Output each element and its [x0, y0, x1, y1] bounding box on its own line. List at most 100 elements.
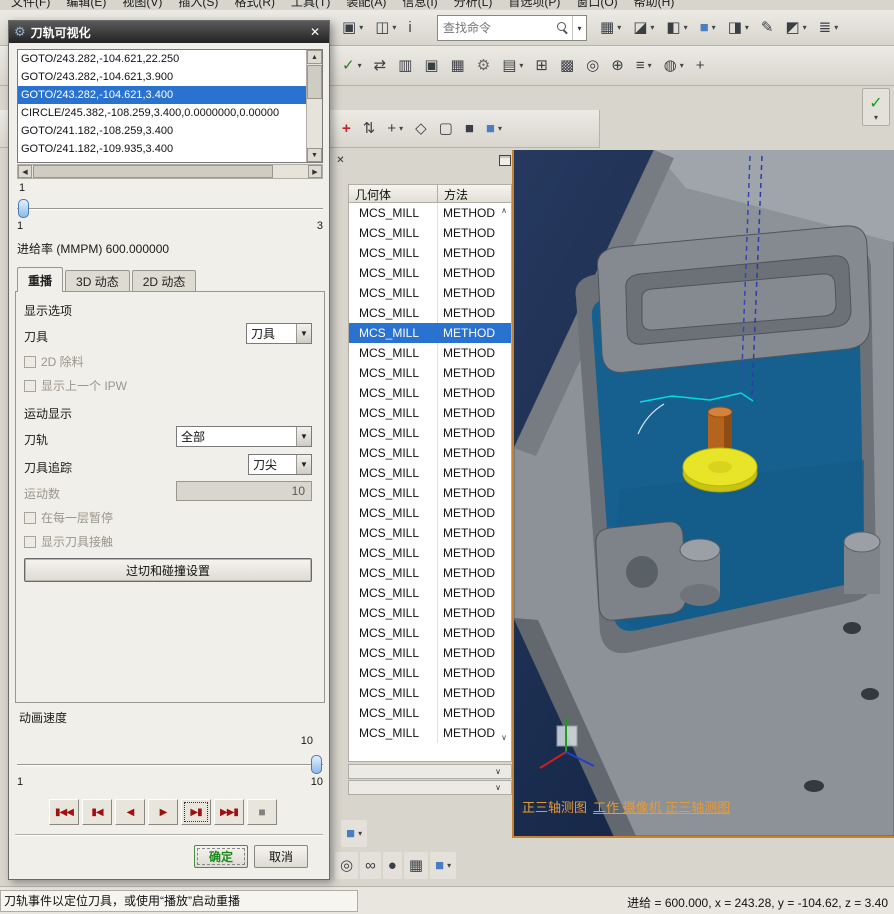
- scroll-down-icon[interactable]: ▼: [307, 148, 322, 162]
- measure-icon[interactable]: ⊞▾: [530, 52, 553, 79]
- post-process-icon[interactable]: ⚙▾: [472, 52, 495, 79]
- gouge-collision-settings-button[interactable]: 过切和碰撞设置: [24, 558, 312, 582]
- layers-icon[interactable]: ≡ ▾: [631, 52, 657, 79]
- scroll-thumb[interactable]: [307, 65, 322, 99]
- ok-button[interactable]: 确定: [194, 845, 248, 868]
- play-backward-button[interactable]: ◀: [115, 799, 145, 825]
- window-restore-icon[interactable]: [499, 155, 511, 166]
- grid-icon[interactable]: ▩▾: [555, 52, 579, 79]
- search-input[interactable]: [438, 21, 557, 35]
- graphics-viewport[interactable]: [512, 149, 894, 838]
- ball-icon[interactable]: ●▾: [382, 852, 402, 879]
- chevron-down-icon[interactable]: ▼: [296, 455, 311, 474]
- orient-view-icon[interactable]: ◨ ▾: [723, 14, 754, 41]
- close-icon[interactable]: ✕: [306, 24, 324, 40]
- layer-settings-icon[interactable]: ≣ ▾: [814, 14, 844, 41]
- display-mode-icon[interactable]: ◍ ▾: [659, 52, 689, 79]
- selection-box-icon[interactable]: ▢▾: [434, 115, 458, 142]
- export-display-icon[interactable]: ◪ ▾: [628, 14, 659, 41]
- frame-slider[interactable]: [17, 199, 323, 219]
- tab[interactable]: 重播: [17, 267, 64, 292]
- navigator-row[interactable]: MCS_MILL METHOD: [349, 423, 511, 443]
- navigator-row[interactable]: MCS_MILL METHOD: [349, 403, 511, 423]
- assembly-cube-icon[interactable]: ■ ▾: [695, 14, 721, 41]
- go-to-start-button[interactable]: ▮◀◀: [49, 799, 79, 825]
- column-header-geometry[interactable]: 几何体: [349, 185, 438, 202]
- navigator-row[interactable]: MCS_MILL METHOD: [349, 623, 511, 643]
- list-vscrollbar[interactable]: ▲ ▼: [306, 50, 322, 162]
- navigator-row[interactable]: MCS_MILL METHOD: [349, 683, 511, 703]
- verify-toolpath-icon[interactable]: ⇄▾: [369, 52, 392, 79]
- path-combo[interactable]: 全部 ▼: [176, 426, 312, 447]
- shaded-cube-icon[interactable]: ■ ▾: [481, 115, 507, 142]
- shaded-view-icon[interactable]: ◧ ▾: [661, 14, 692, 41]
- move-handle-icon[interactable]: + ▾: [382, 115, 408, 142]
- dialog-titlebar[interactable]: ⚙ 刀轨可视化 ✕: [9, 21, 329, 43]
- navigator-row[interactable]: MCS_MILL METHOD: [349, 383, 511, 403]
- navigator-row[interactable]: MCS_MILL METHOD: [349, 363, 511, 383]
- frame-slider-thumb[interactable]: [18, 199, 29, 218]
- tab[interactable]: 2D 动态: [131, 270, 197, 292]
- step-backward-button[interactable]: ▮◀: [82, 799, 112, 825]
- navigator-row[interactable]: MCS_MILL METHOD: [349, 663, 511, 683]
- navigator-row[interactable]: MCS_MILL METHOD: [349, 323, 511, 343]
- shop-doc-icon[interactable]: ▤ ▾: [497, 52, 528, 79]
- solid-cube-icon[interactable]: ■▾: [460, 115, 479, 142]
- toolpath-event[interactable]: CIRCLE/245.382,-108.259,3.400,0.0000000,…: [18, 104, 306, 122]
- list-output-icon[interactable]: ▦▾: [446, 52, 470, 79]
- edit-object-display-icon[interactable]: ✎▾: [756, 14, 779, 41]
- apply-check-icon[interactable]: ✓ ▾: [862, 88, 890, 126]
- navigator-row[interactable]: MCS_MILL METHOD: [349, 263, 511, 283]
- scroll-down-bar[interactable]: ∨: [348, 764, 512, 779]
- scroll-right-icon[interactable]: ▶: [308, 165, 322, 178]
- navigator-row[interactable]: MCS_MILL METHOD: [349, 203, 511, 223]
- workpiece-cube-icon[interactable]: ■ ▾: [341, 820, 368, 847]
- navigator-row[interactable]: MCS_MILL METHOD: [349, 643, 511, 663]
- crosshair-icon[interactable]: ⊕▾: [606, 52, 629, 79]
- chevron-down-icon[interactable]: ▼: [296, 324, 311, 343]
- panel-close-icon[interactable]: ✕: [334, 154, 347, 167]
- navigator-row[interactable]: MCS_MILL METHOD: [349, 283, 511, 303]
- column-header-method[interactable]: 方法: [438, 185, 511, 202]
- tool-combo[interactable]: 刀具 ▼: [246, 323, 312, 344]
- stop-button[interactable]: ■: [247, 799, 277, 825]
- navigator-row[interactable]: MCS_MILL METHOD: [349, 703, 511, 723]
- generate-toolpath-icon[interactable]: ✓ ▾: [337, 52, 367, 79]
- toolpath-event[interactable]: GOTO/243.282,-104.621,3.400: [18, 86, 306, 104]
- chevron-down-icon[interactable]: ▼: [296, 427, 311, 446]
- display-cube-icon[interactable]: ■ ▾: [430, 852, 457, 879]
- information-icon[interactable]: i▾: [403, 14, 416, 41]
- toolpath-event[interactable]: GOTO/241.182,-109.935,3.400: [18, 140, 306, 158]
- window-layout-icon[interactable]: ▦ ▾: [595, 14, 626, 41]
- navigator-row[interactable]: MCS_MILL METHOD: [349, 443, 511, 463]
- search-icon[interactable]: [557, 22, 569, 34]
- snapshot-icon[interactable]: ▣ ▾: [337, 14, 368, 41]
- target-icon[interactable]: ◎▾: [581, 52, 604, 79]
- swap-arrows-icon[interactable]: ⇅▾: [358, 115, 381, 142]
- navigator-row[interactable]: MCS_MILL METHOD: [349, 543, 511, 563]
- navigator-row[interactable]: MCS_MILL METHOD: [349, 723, 511, 743]
- tab[interactable]: 3D 动态: [65, 270, 130, 292]
- mesh-icon[interactable]: ▦▾: [403, 852, 429, 879]
- toolpath-event[interactable]: GOTO/243.282,-104.621,22.250: [18, 50, 306, 68]
- view-links[interactable]: 工作 摄像机 正三轴测图: [593, 800, 730, 815]
- add-point-icon[interactable]: +▾: [337, 115, 356, 142]
- speed-slider[interactable]: [17, 755, 323, 775]
- toolpath-event[interactable]: GOTO/241.182,-108.259,3.400: [18, 122, 306, 140]
- link-icon[interactable]: ∞▾: [360, 852, 381, 879]
- scroll-down-bar[interactable]: ∨: [348, 780, 512, 795]
- navigator-row[interactable]: MCS_MILL METHOD: [349, 563, 511, 583]
- simulate-icon[interactable]: ▥▾: [393, 52, 417, 79]
- cancel-button[interactable]: 取消: [254, 845, 308, 868]
- spheres-icon[interactable]: ◎▾: [335, 852, 359, 879]
- step-forward-button[interactable]: ▶▮: [181, 799, 211, 825]
- search-dropdown-icon[interactable]: ▾: [572, 16, 586, 40]
- navigator-row[interactable]: MCS_MILL METHOD: [349, 483, 511, 503]
- navigator-row[interactable]: MCS_MILL METHOD: [349, 603, 511, 623]
- go-to-end-button[interactable]: ▶▶▮: [214, 799, 244, 825]
- navigator-row[interactable]: MCS_MILL METHOD: [349, 343, 511, 363]
- scroll-left-icon[interactable]: ◀: [18, 165, 32, 178]
- show-hide-icon[interactable]: ◩ ▾: [780, 14, 811, 41]
- navigator-row[interactable]: MCS_MILL METHOD: [349, 243, 511, 263]
- toolpath-event[interactable]: GOTO/243.282,-104.621,3.900: [18, 68, 306, 86]
